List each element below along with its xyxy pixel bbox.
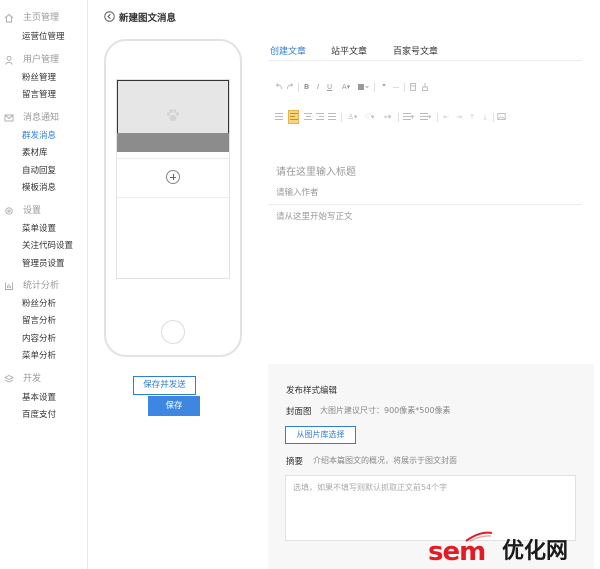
sidebar-section-development: 开发 bbox=[0, 374, 88, 388]
sidebar-section-settings: 设置 bbox=[0, 206, 88, 220]
watermark-chinese: 优化网 bbox=[502, 539, 569, 564]
tab-create-article[interactable]: 创建文章 bbox=[270, 44, 306, 57]
gear-icon bbox=[5, 207, 13, 215]
editor-divider bbox=[268, 204, 582, 205]
tab-site-articles[interactable]: 站平文章 bbox=[331, 44, 367, 57]
summary-hint: 介绍本篇图文的概况，将展示于图文封面 bbox=[313, 456, 457, 465]
article-title-input[interactable]: 请在这里输入标题 bbox=[276, 163, 356, 178]
toolbar-separator bbox=[404, 83, 405, 92]
sidebar-item-broadcast[interactable]: 群发消息 bbox=[22, 131, 56, 141]
tab-baijiahao-articles[interactable]: 百家号文章 bbox=[393, 44, 438, 57]
align-left-icon[interactable] bbox=[290, 113, 298, 121]
toolbar-separator bbox=[398, 113, 399, 122]
sidebar-item-comment-analysis[interactable]: 留言分析 bbox=[22, 316, 56, 326]
sidebar-section-title: 统计分析 bbox=[23, 281, 60, 291]
cover-label: 封面图 bbox=[286, 407, 312, 417]
outdent-icon[interactable]: ⇤ bbox=[442, 112, 450, 122]
sidebar-item-menu-analysis[interactable]: 菜单分析 bbox=[22, 351, 56, 361]
summary-label: 摘要 bbox=[286, 457, 304, 467]
sidebar-section-title: 消息通知 bbox=[23, 113, 60, 123]
sidebar-section-home: 主页管理 bbox=[0, 13, 88, 27]
chart-icon bbox=[5, 282, 13, 290]
layers-icon bbox=[4, 374, 14, 383]
tab-divider bbox=[268, 60, 582, 61]
align-center-icon[interactable] bbox=[304, 113, 312, 121]
chevron-down-icon[interactable]: ▾ bbox=[427, 112, 432, 122]
sidebar-section-title: 设置 bbox=[23, 206, 42, 216]
sem-youhua-watermark: sem 优化网 bbox=[424, 531, 594, 567]
italic-icon[interactable]: I bbox=[315, 82, 321, 92]
indent-icon[interactable] bbox=[275, 113, 283, 121]
watermark-latin: sem bbox=[428, 537, 486, 567]
sidebar-item-basic-settings[interactable]: 基本设置 bbox=[22, 393, 56, 403]
sidebar-section-title: 用户管理 bbox=[23, 55, 60, 65]
toolbar-separator bbox=[298, 83, 299, 92]
chevron-down-icon[interactable]: ▾ bbox=[410, 112, 415, 122]
toolbar-separator bbox=[341, 113, 342, 122]
sidebar-item-auto-reply[interactable]: 自动回复 bbox=[22, 166, 56, 176]
redo-icon[interactable] bbox=[286, 82, 294, 92]
summary-textarea[interactable] bbox=[285, 475, 576, 541]
indent-more-icon[interactable]: ⇥ bbox=[455, 112, 463, 122]
sidebar-item-fans[interactable]: 粉丝管理 bbox=[22, 73, 56, 83]
publish-section-title: 发布样式编辑 bbox=[286, 386, 338, 396]
page-title: 新建图文消息 bbox=[119, 13, 177, 24]
align-justify-icon[interactable] bbox=[328, 113, 336, 121]
undo-icon[interactable] bbox=[275, 82, 283, 92]
home-icon bbox=[4, 13, 14, 23]
user-icon bbox=[5, 55, 13, 65]
sidebar-item-admin-settings[interactable]: 管理员设置 bbox=[22, 259, 65, 269]
sidebar-section-analytics: 统计分析 bbox=[0, 281, 88, 295]
sidebar-section-messages: 消息通知 bbox=[0, 113, 88, 127]
sidebar-item-content-analysis[interactable]: 内容分析 bbox=[22, 334, 56, 344]
author-input[interactable]: 请输入作者 bbox=[276, 186, 319, 198]
sidebar-item-operation-slots[interactable]: 运营位管理 bbox=[22, 32, 65, 42]
align-bottom-icon[interactable]: ⤓ bbox=[481, 112, 489, 122]
underline-icon[interactable]: U bbox=[326, 82, 333, 92]
toolbar-separator bbox=[493, 113, 494, 122]
horizontal-rule-icon[interactable]: — bbox=[392, 82, 400, 92]
choose-from-library-button[interactable]: 从图片库选择 bbox=[285, 426, 356, 444]
plus-icon[interactable] bbox=[166, 170, 180, 184]
clear-format-icon[interactable] bbox=[409, 82, 417, 92]
sidebar: 主页管理 运营位管理 用户管理 粉丝管理 留言管理 消息通知 群发消息 素材库 … bbox=[0, 0, 88, 569]
letter-spacing-icon[interactable]: ⌖▾ bbox=[381, 112, 394, 122]
toolbar-separator bbox=[437, 113, 438, 122]
paragraph-spacing-icon[interactable]: ♡▾ bbox=[363, 112, 376, 122]
quote-icon[interactable]: ❞ bbox=[380, 82, 388, 92]
sidebar-section-title: 主页管理 bbox=[23, 13, 60, 23]
back-arrow-icon[interactable] bbox=[104, 11, 115, 22]
sidebar-item-fan-analysis[interactable]: 粉丝分析 bbox=[22, 299, 56, 309]
sidebar-item-comments[interactable]: 留言管理 bbox=[22, 90, 56, 100]
align-top-icon[interactable]: ⤒ bbox=[468, 112, 476, 122]
bold-icon[interactable]: B bbox=[303, 82, 310, 92]
save-button[interactable]: 保存 bbox=[148, 396, 200, 416]
format-brush-icon[interactable] bbox=[421, 82, 429, 92]
mail-icon bbox=[4, 114, 14, 122]
sidebar-item-template-messages[interactable]: 模板消息 bbox=[22, 183, 56, 193]
save-and-send-button[interactable]: 保存并发送 bbox=[133, 376, 196, 395]
image-icon[interactable] bbox=[497, 112, 506, 122]
align-right-icon[interactable] bbox=[316, 113, 324, 121]
sidebar-item-follow-code-settings[interactable]: 关注代码设置 bbox=[22, 241, 73, 251]
sidebar-item-material-library[interactable]: 素材库 bbox=[22, 148, 48, 158]
sidebar-section-users: 用户管理 bbox=[0, 55, 88, 69]
line-height-icon[interactable]: ♙▾ bbox=[346, 112, 359, 122]
sidebar-item-baidu-pay[interactable]: 百度支付 bbox=[22, 410, 56, 420]
article-body-editor[interactable]: 请从这里开始写正文 bbox=[276, 210, 353, 222]
toolbar-separator bbox=[374, 83, 375, 92]
cover-size-hint: 大图片建议尺寸：900像素*500像素 bbox=[320, 406, 451, 415]
background-color-icon[interactable] bbox=[357, 82, 369, 92]
phone-home-button bbox=[161, 320, 185, 344]
font-color-icon[interactable]: A▾ bbox=[340, 82, 352, 92]
paw-icon bbox=[167, 109, 179, 121]
cover-title-bar bbox=[117, 133, 229, 152]
sidebar-item-menu-settings[interactable]: 菜单设置 bbox=[22, 224, 56, 234]
sidebar-section-title: 开发 bbox=[23, 374, 42, 384]
